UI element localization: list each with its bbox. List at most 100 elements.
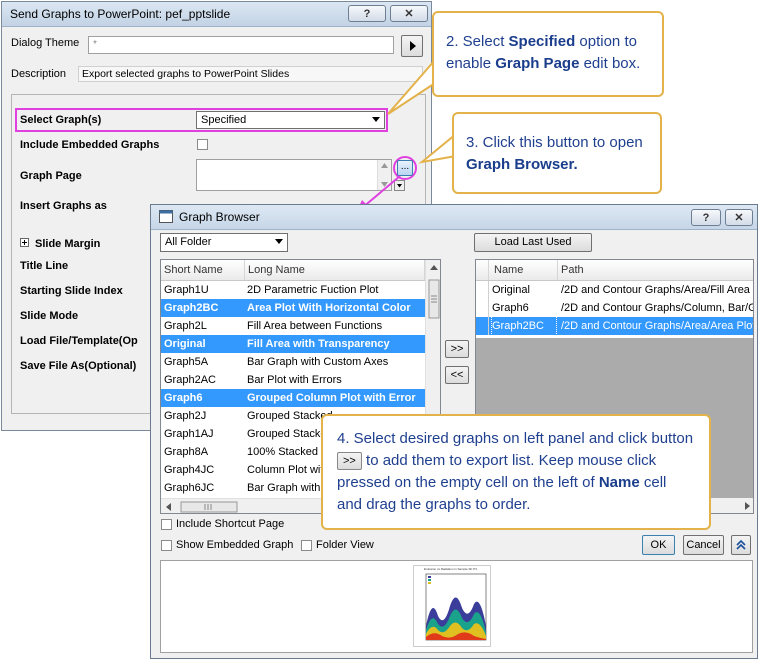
add-to-list-button[interactable]: >>: [445, 340, 469, 358]
left-list-header: Short Name Long Name: [161, 260, 425, 281]
drag-handle-cell[interactable]: [476, 317, 489, 335]
window-icon: [159, 210, 173, 223]
graph-list-row[interactable]: Graph2L Fill Area between Functions: [161, 317, 425, 335]
callout-step2: 2. Select Specified option to enable Gra…: [432, 11, 664, 97]
export-list-row[interactable]: Original/2D and Contour Graphs/Area/Fill…: [476, 281, 753, 299]
double-chevron-up-icon: [736, 539, 746, 550]
path-header[interactable]: Path: [558, 260, 753, 280]
dialog-titlebar: Send Graphs to PowerPoint: pef_pptslide …: [2, 2, 431, 27]
short-name-cell: Graph2L: [164, 320, 207, 332]
long-name-header[interactable]: Long Name: [245, 260, 425, 280]
short-name-cell: Graph6JC: [164, 482, 215, 494]
long-name-cell: Bar Plot with Errors: [247, 374, 342, 386]
browser-titlebar: Graph Browser ? ✕: [151, 205, 757, 230]
drag-handle-cell[interactable]: [476, 299, 489, 317]
callout2-bold-graphpage: Graph Page: [495, 55, 580, 72]
long-name-cell: Bar Graph with Custom Axes: [247, 356, 389, 368]
name-header[interactable]: Name: [489, 260, 558, 280]
preview-area-chart-image: [425, 573, 487, 641]
close-button[interactable]: ✕: [390, 5, 428, 22]
short-name-cell: Graph6: [164, 392, 203, 404]
include-shortcut-checkbox[interactable]: [161, 519, 172, 530]
path-cell: /2D and Contour Graphs/Column, Bar/G: [561, 302, 754, 314]
folder-value: All Folder: [165, 236, 212, 248]
graph-list-row[interactable]: Graph2AC Bar Plot with Errors: [161, 371, 425, 389]
callout3-bold-graphbrowser: Graph Browser.: [466, 156, 578, 173]
short-name-cell: Graph4JC: [164, 464, 215, 476]
load-file-label: Load File/Template(Op: [20, 335, 138, 347]
load-last-used-button[interactable]: Load Last Used: [474, 233, 592, 252]
chevron-down-icon: [372, 117, 380, 122]
chevron-down-icon: [275, 239, 283, 244]
slide-margin-label: Slide Margin: [35, 238, 101, 250]
right-list-body: Original/2D and Contour Graphs/Area/Fill…: [476, 281, 754, 337]
folder-view-checkbox[interactable]: [301, 540, 312, 551]
callout4-text: 4. Select desired graphs on left panel a…: [337, 430, 694, 447]
name-cell: Graph2BC: [491, 316, 557, 336]
include-embedded-label: Include Embedded Graphs: [20, 139, 160, 151]
short-name-cell: Graph1U: [164, 284, 209, 296]
play-arrow-icon: [410, 41, 416, 51]
graph-list-row[interactable]: Graph1U 2D Parametric Fuction Plot: [161, 281, 425, 299]
theme-menu-button[interactable]: [401, 35, 423, 57]
callout4-inline-button: >>: [337, 452, 362, 471]
description-field: Export selected graphs to PowerPoint Sli…: [78, 66, 423, 82]
graph-list-row[interactable]: Graph2BC Area Plot With Horizontal Color: [161, 299, 425, 317]
long-name-cell: 2D Parametric Fuction Plot: [247, 284, 379, 296]
cancel-button[interactable]: Cancel: [683, 535, 724, 555]
callout2-text: 2. Select: [446, 33, 509, 50]
include-embedded-checkbox[interactable]: [197, 139, 208, 150]
drag-handle-cell[interactable]: [476, 281, 489, 299]
folder-combo[interactable]: All Folder: [160, 233, 288, 252]
graph-preview-pane: Emission vs Radiation in Sample SF P3: [160, 560, 753, 653]
right-list-header: Name Path: [476, 260, 753, 281]
export-list-row[interactable]: Graph6/2D and Contour Graphs/Column, Bar…: [476, 299, 754, 317]
short-name-cell: Graph2AC: [164, 374, 216, 386]
title-line-label: Title Line: [20, 260, 69, 272]
graph-page-label: Graph Page: [20, 170, 82, 182]
export-list-row[interactable]: Graph2BC/2D and Contour Graphs/Area/Area…: [476, 316, 753, 336]
callout2-bold-specified: Specified: [508, 33, 576, 50]
dialog-theme-field[interactable]: *: [88, 36, 394, 54]
description-label: Description: [11, 68, 67, 80]
show-embedded-checkbox[interactable]: [161, 540, 172, 551]
select-graphs-label: Select Graph(s): [20, 114, 102, 126]
browser-close-button[interactable]: ✕: [725, 209, 753, 226]
graph-list-row[interactable]: Graph6 Grouped Column Plot with Error: [161, 389, 425, 407]
callout-step3: 3. Click this button to open Graph Brows…: [452, 112, 662, 194]
help-button[interactable]: ?: [348, 5, 386, 22]
graph-list-row[interactable]: Original Fill Area with Transparency: [161, 335, 425, 353]
dialog-theme-label: Dialog Theme: [11, 37, 80, 49]
drag-handle-header: [476, 260, 489, 280]
expand-icon[interactable]: [20, 238, 29, 247]
plus-icon: [22, 240, 27, 245]
browser-help-button[interactable]: ?: [691, 209, 721, 226]
name-cell: Graph6: [492, 302, 529, 314]
long-name-cell: Fill Area between Functions: [247, 320, 383, 332]
preview-thumbnail: Emission vs Radiation in Sample SF P3: [413, 565, 491, 647]
starting-slide-label: Starting Slide Index: [20, 285, 123, 297]
select-graphs-combo[interactable]: Specified: [196, 111, 385, 129]
short-name-header[interactable]: Short Name: [161, 260, 245, 280]
short-name-cell: Graph5A: [164, 356, 209, 368]
graph-list-row[interactable]: Graph5A Bar Graph with Custom Axes: [161, 353, 425, 371]
callout4-bold-name: Name: [598, 474, 640, 491]
collapse-button[interactable]: [731, 535, 751, 555]
remove-from-list-button[interactable]: <<: [445, 366, 469, 384]
insert-graphs-label: Insert Graphs as: [20, 200, 107, 212]
folder-view-label: Folder View: [316, 539, 374, 551]
short-name-cell: Graph8A: [164, 446, 209, 458]
callout2-text-end: edit box.: [579, 55, 641, 72]
short-name-cell: Graph2J: [164, 410, 207, 422]
long-name-cell: Fill Area with Transparency: [247, 338, 390, 350]
include-shortcut-label: Include Shortcut Page: [176, 518, 285, 530]
ok-button[interactable]: OK: [642, 535, 675, 555]
long-name-cell: Grouped Column Plot with Error: [247, 392, 416, 404]
long-name-cell: Area Plot With Horizontal Color: [247, 302, 411, 314]
callout3-text: 3. Click this button to open: [466, 134, 643, 151]
callout-step4: 4. Select desired graphs on left panel a…: [321, 414, 711, 530]
dialog-title: Send Graphs to PowerPoint: pef_pptslide: [10, 7, 231, 21]
short-name-cell: Original: [164, 338, 206, 350]
browser-title: Graph Browser: [179, 210, 260, 224]
short-name-cell: Graph2BC: [164, 302, 219, 314]
